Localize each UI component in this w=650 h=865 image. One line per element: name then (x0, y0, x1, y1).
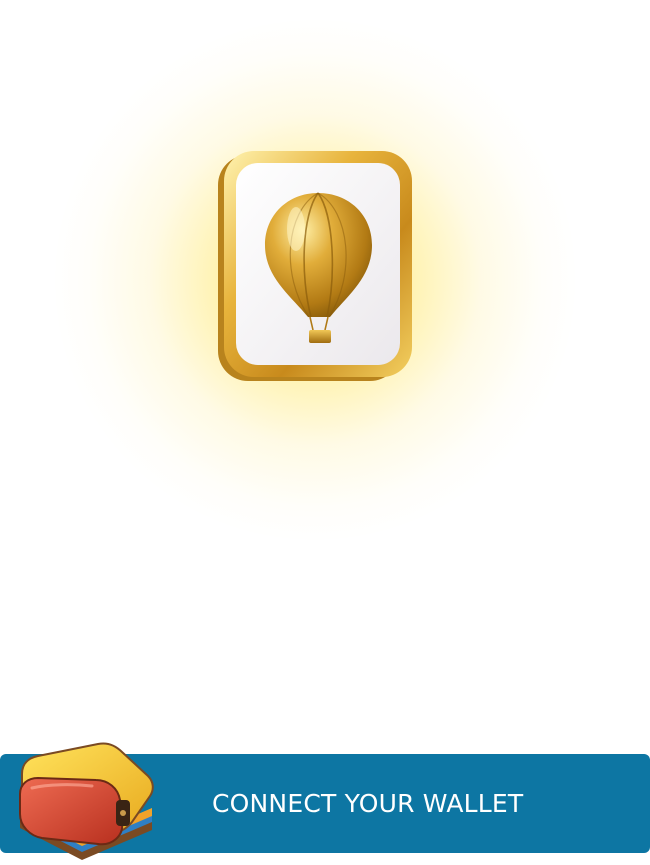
hot-air-balloon-icon (218, 151, 412, 381)
page: CONNECT YOUR WALLET (0, 0, 650, 865)
connect-wallet-label: CONNECT YOUR WALLET (212, 789, 524, 818)
wallet-icon (19, 742, 154, 860)
